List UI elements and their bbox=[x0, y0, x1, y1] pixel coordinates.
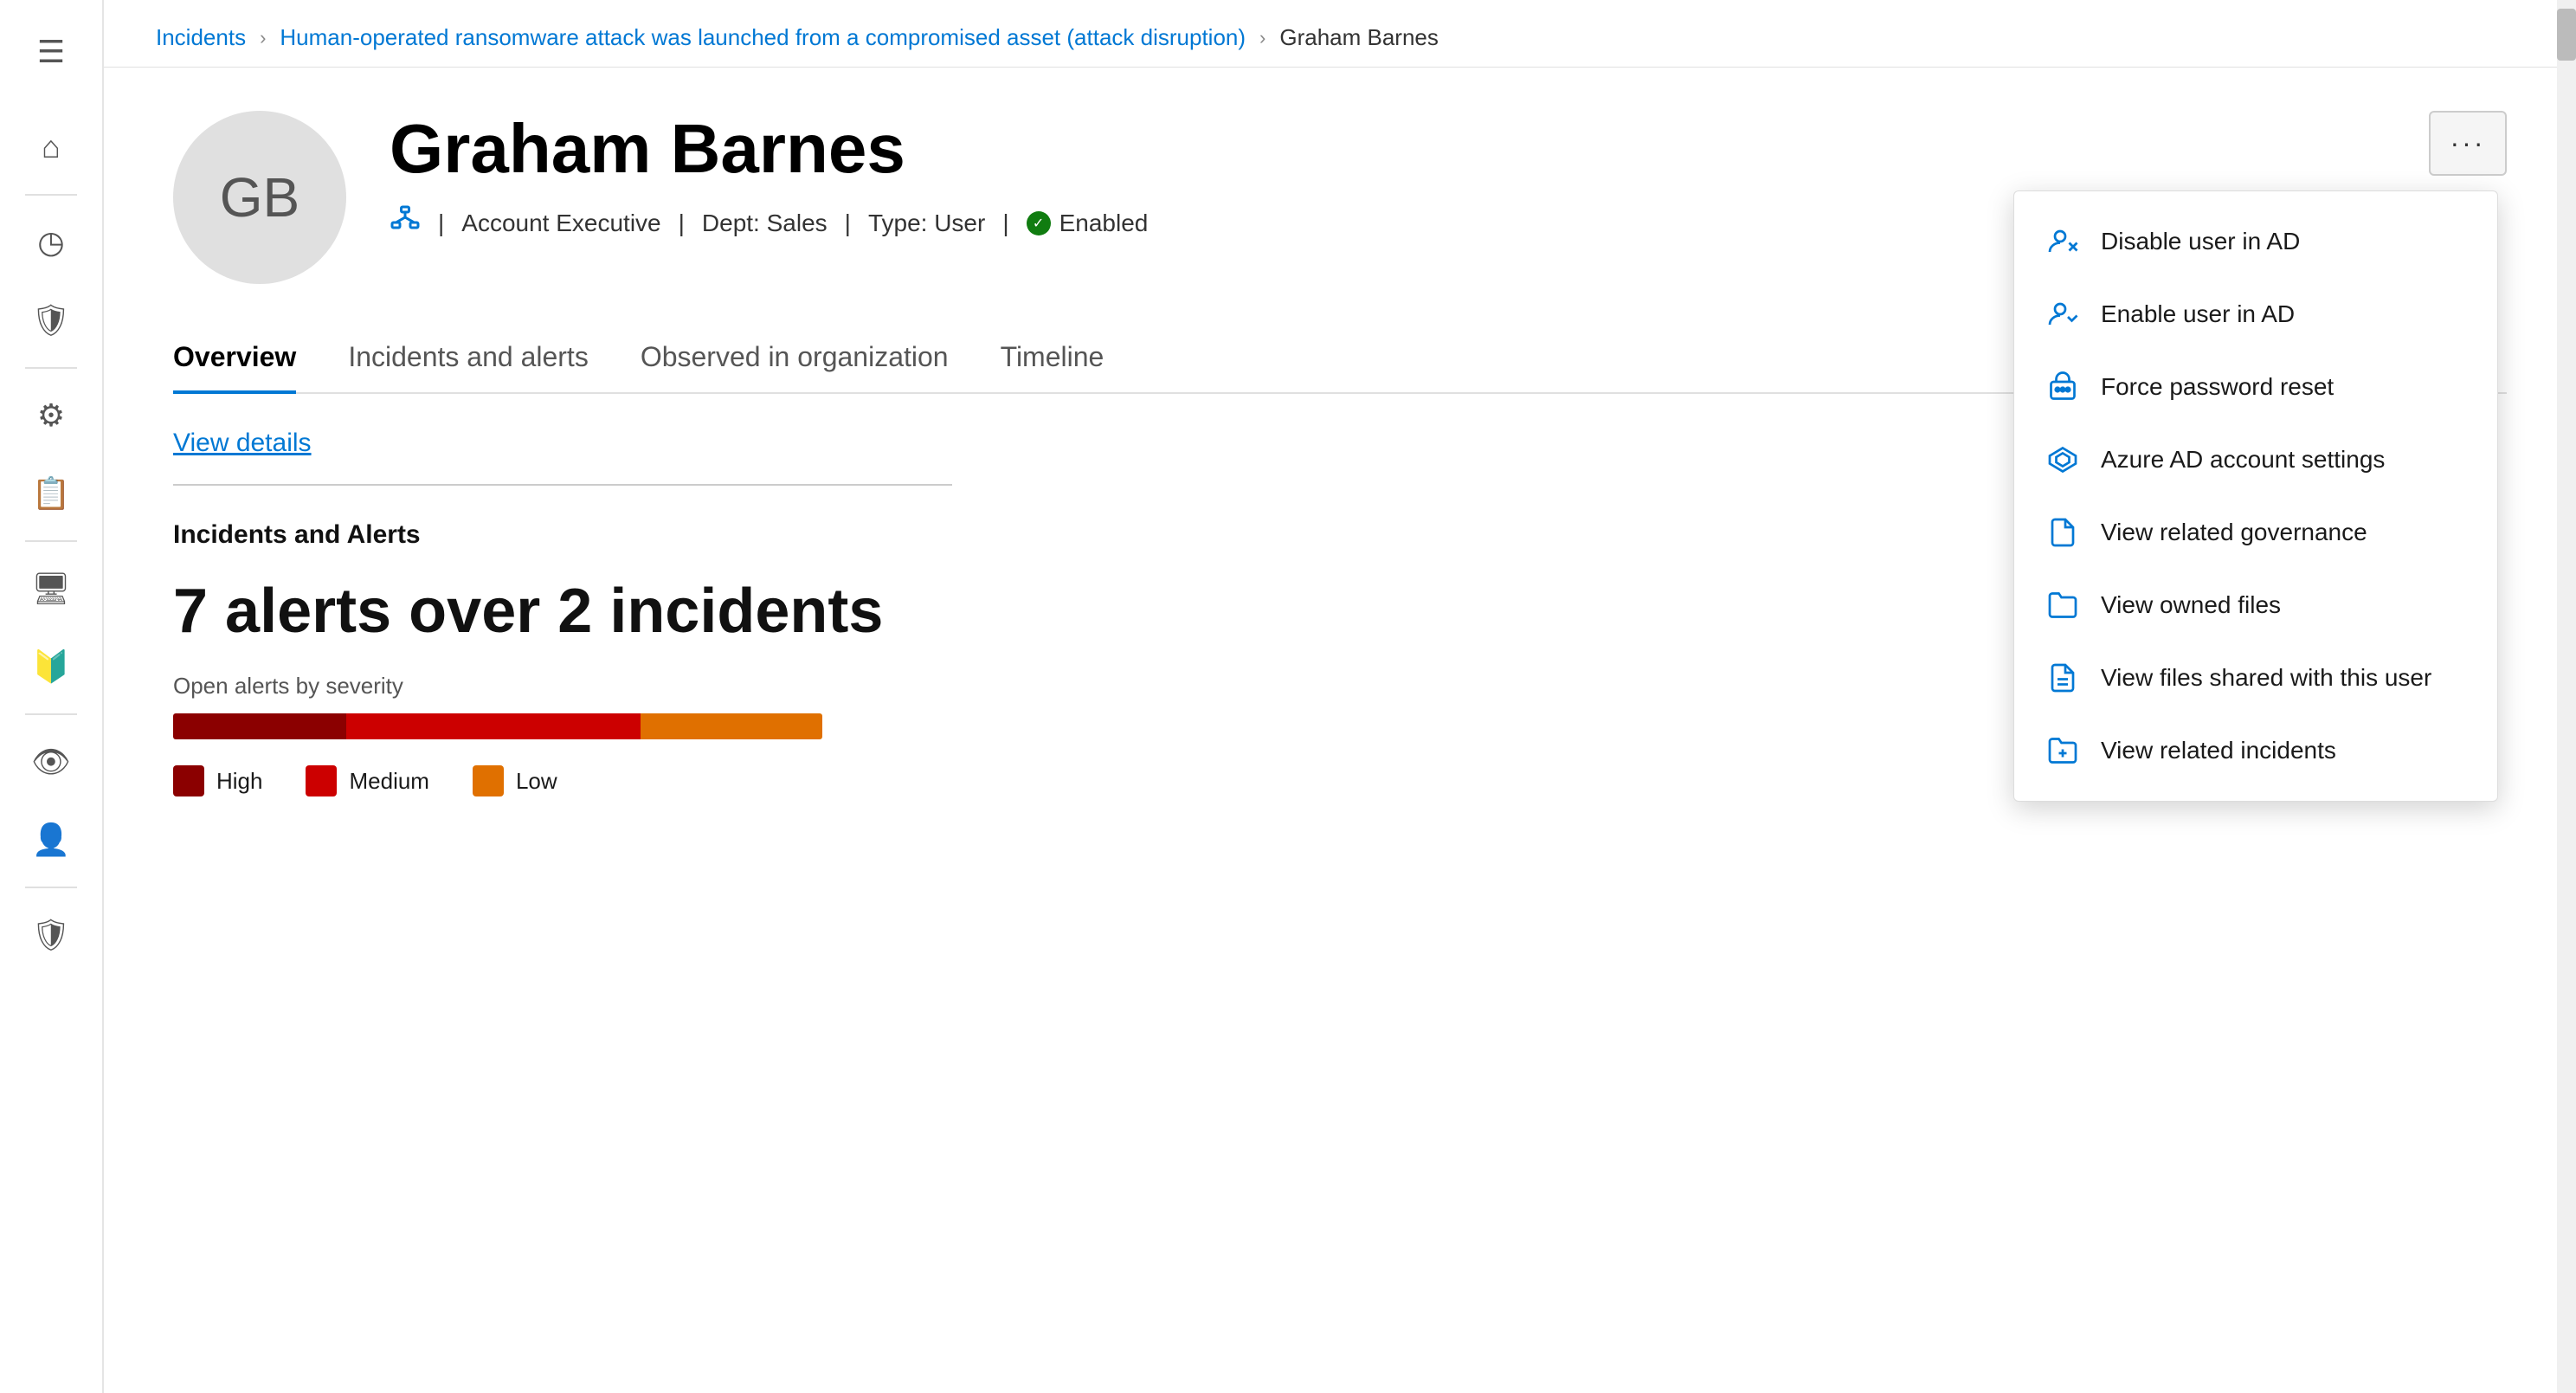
dropdown-label-shared-files: View files shared with this user bbox=[2101, 664, 2431, 692]
user-role: Account Executive bbox=[461, 210, 660, 237]
dropdown-item-force-pwd[interactable]: Force password reset bbox=[2014, 351, 2497, 423]
legend-low: Low bbox=[473, 765, 557, 796]
endpoint-icon: 🛡 bbox=[31, 917, 71, 953]
sidebar-divider-4 bbox=[25, 713, 77, 715]
main-content: Incidents › Human-operated ransomware at… bbox=[104, 0, 2576, 1393]
user-meta-separator-3: | bbox=[845, 210, 851, 237]
user-meta-separator-2: | bbox=[679, 210, 685, 237]
legend-high-label: High bbox=[216, 768, 262, 795]
bar-low bbox=[641, 713, 822, 739]
dropdown-label-enable-ad: Enable user in AD bbox=[2101, 300, 2295, 328]
breadcrumb-chevron-2: › bbox=[1259, 27, 1265, 49]
related-incidents-icon bbox=[2045, 733, 2080, 768]
breadcrumb-chevron-1: › bbox=[260, 27, 266, 49]
user-type: Type: User bbox=[868, 210, 985, 237]
dropdown-label-related-incidents: View related incidents bbox=[2101, 737, 2336, 764]
security-icon: 🔰 bbox=[32, 648, 71, 685]
user-name: Graham Barnes bbox=[390, 111, 2507, 187]
user-status-label: Enabled bbox=[1059, 210, 1149, 237]
threat-intel-icon: 👁 bbox=[31, 744, 71, 780]
tab-incidents-alerts[interactable]: Incidents and alerts bbox=[348, 327, 589, 394]
enable-ad-icon bbox=[2045, 297, 2080, 332]
sidebar-divider-5 bbox=[25, 887, 77, 888]
home-icon: ⌂ bbox=[42, 129, 61, 165]
owned-files-icon bbox=[2045, 588, 2080, 622]
hunting-icon: ⚙ bbox=[37, 397, 65, 434]
sidebar-item-security[interactable]: 🔰 bbox=[16, 632, 86, 701]
sidebar-item-alerts[interactable]: 🛡 bbox=[16, 286, 86, 355]
scrollbar[interactable] bbox=[2557, 0, 2576, 1393]
sidebar-item-assets[interactable]: 🖥 bbox=[16, 554, 86, 623]
status-enabled-dot: ✓ bbox=[1027, 211, 1051, 235]
more-options-icon: ··· bbox=[2450, 127, 2486, 159]
reports-icon: 📋 bbox=[32, 475, 71, 512]
sidebar-item-identity[interactable]: 👤 bbox=[16, 805, 86, 874]
breadcrumb-user: Graham Barnes bbox=[1279, 24, 1439, 51]
tab-observed-in-org[interactable]: Observed in organization bbox=[641, 327, 949, 394]
severity-bar bbox=[173, 713, 822, 739]
shield-icon: 🛡 bbox=[31, 302, 71, 339]
dropdown-label-governance: View related governance bbox=[2101, 519, 2367, 546]
sidebar-item-hunting[interactable]: ⚙ bbox=[16, 381, 86, 450]
dropdown-item-related-incidents[interactable]: View related incidents bbox=[2014, 714, 2497, 787]
legend-low-label: Low bbox=[516, 768, 557, 795]
force-pwd-icon bbox=[2045, 370, 2080, 404]
dropdown-menu: Disable user in AD Enable user in AD bbox=[2013, 190, 2498, 802]
sidebar-item-reports[interactable]: 📋 bbox=[16, 459, 86, 528]
legend-high: High bbox=[173, 765, 262, 796]
tab-timeline[interactable]: Timeline bbox=[1001, 327, 1104, 394]
sidebar-item-home[interactable]: ⌂ bbox=[16, 113, 86, 182]
identity-icon: 👤 bbox=[32, 822, 71, 858]
bar-high bbox=[173, 713, 346, 739]
azure-ad-icon bbox=[2045, 442, 2080, 477]
sidebar-menu-toggle[interactable]: ☰ bbox=[16, 17, 86, 87]
user-meta-separator-1: | bbox=[438, 210, 444, 237]
dropdown-item-governance[interactable]: View related governance bbox=[2014, 496, 2497, 569]
breadcrumb-incident-title[interactable]: Human-operated ransomware attack was lau… bbox=[280, 24, 1246, 51]
disable-ad-icon bbox=[2045, 224, 2080, 259]
dropdown-label-force-pwd: Force password reset bbox=[2101, 373, 2334, 401]
dropdown-item-enable-ad[interactable]: Enable user in AD bbox=[2014, 278, 2497, 351]
dropdown-label-disable-ad: Disable user in AD bbox=[2101, 228, 2300, 255]
legend-medium: Medium bbox=[306, 765, 428, 796]
view-details-link[interactable]: View details bbox=[173, 429, 312, 458]
hamburger-icon: ☰ bbox=[37, 34, 65, 70]
dropdown-item-owned-files[interactable]: View owned files bbox=[2014, 569, 2497, 642]
breadcrumb-incidents[interactable]: Incidents bbox=[156, 24, 246, 51]
avatar: GB bbox=[173, 111, 346, 284]
user-meta-separator-4: | bbox=[1002, 210, 1008, 237]
sidebar-divider-1 bbox=[25, 194, 77, 196]
user-org-icon bbox=[390, 204, 421, 242]
sidebar-item-threat-intel[interactable]: 👁 bbox=[16, 727, 86, 796]
legend-high-dot bbox=[173, 765, 204, 796]
sidebar-divider-2 bbox=[25, 367, 77, 369]
bar-medium bbox=[346, 713, 641, 739]
clock-icon: ◷ bbox=[37, 224, 64, 261]
dropdown-label-azure-ad: Azure AD account settings bbox=[2101, 446, 2385, 474]
dropdown-item-disable-ad[interactable]: Disable user in AD bbox=[2014, 205, 2497, 278]
governance-icon bbox=[2045, 515, 2080, 550]
sidebar-divider-3 bbox=[25, 540, 77, 542]
breadcrumb: Incidents › Human-operated ransomware at… bbox=[104, 0, 2576, 68]
section-divider bbox=[173, 484, 952, 486]
assets-icon: 🖥 bbox=[31, 571, 71, 607]
sidebar-item-incidents[interactable]: ◷ bbox=[16, 208, 86, 277]
dropdown-label-owned-files: View owned files bbox=[2101, 591, 2281, 619]
avatar-initials: GB bbox=[220, 165, 299, 229]
user-dept: Dept: Sales bbox=[702, 210, 828, 237]
legend-low-dot bbox=[473, 765, 504, 796]
scrollbar-thumb[interactable] bbox=[2557, 9, 2576, 61]
dropdown-item-shared-files[interactable]: View files shared with this user bbox=[2014, 642, 2497, 714]
sidebar-item-endpoint[interactable]: 🛡 bbox=[16, 900, 86, 970]
sidebar: ☰ ⌂ ◷ 🛡 ⚙ 📋 🖥 🔰 👁 👤 bbox=[0, 0, 104, 1393]
legend-medium-label: Medium bbox=[349, 768, 428, 795]
shared-files-icon bbox=[2045, 661, 2080, 695]
dropdown-item-azure-ad[interactable]: Azure AD account settings bbox=[2014, 423, 2497, 496]
legend-medium-dot bbox=[306, 765, 337, 796]
tab-overview[interactable]: Overview bbox=[173, 327, 296, 394]
more-options-button[interactable]: ··· bbox=[2429, 111, 2507, 176]
user-status: ✓ Enabled bbox=[1027, 210, 1149, 237]
